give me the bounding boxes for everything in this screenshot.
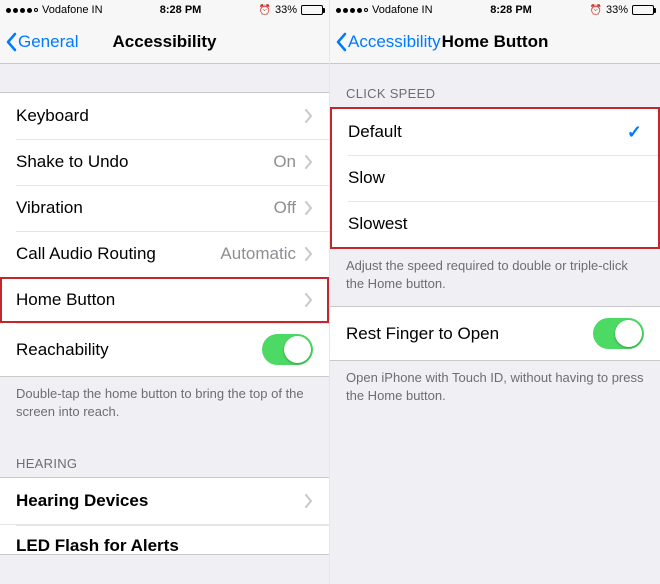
row-label: Hearing Devices: [16, 491, 148, 511]
signal-icon: [336, 8, 368, 13]
click-speed-header: CLICK SPEED: [330, 64, 660, 107]
option-slow[interactable]: Slow: [332, 155, 658, 201]
alarm-icon: ⏰: [259, 5, 271, 16]
alarm-icon: ⏰: [590, 5, 602, 16]
option-default[interactable]: Default ✓: [332, 109, 658, 155]
row-value: Off: [274, 198, 296, 218]
option-slowest[interactable]: Slowest: [332, 201, 658, 247]
battery-pct: 33%: [275, 4, 297, 16]
status-bar: Vodafone IN 8:28 PM ⏰ 33%: [330, 0, 660, 20]
chevron-right-icon: [304, 109, 313, 123]
row-value: Automatic: [220, 244, 296, 264]
rest-finger-toggle[interactable]: [593, 318, 644, 349]
row-label: Reachability: [16, 340, 109, 360]
option-label: Slowest: [348, 214, 408, 234]
row-hearing-devices[interactable]: Hearing Devices: [0, 478, 329, 524]
back-button[interactable]: General: [0, 32, 78, 52]
screen-accessibility: Vodafone IN 8:28 PM ⏰ 33% General Access…: [0, 0, 330, 584]
chevron-right-icon: [304, 293, 313, 307]
back-label: Accessibility: [348, 32, 441, 52]
row-label: Rest Finger to Open: [346, 324, 499, 344]
back-button[interactable]: Accessibility: [330, 32, 441, 52]
carrier-label: Vodafone IN: [372, 4, 433, 16]
row-label: Home Button: [16, 290, 115, 310]
row-label: Call Audio Routing: [16, 244, 156, 264]
hearing-header: HEARING: [0, 434, 329, 477]
row-label: Keyboard: [16, 106, 89, 126]
chevron-right-icon: [304, 247, 313, 261]
chevron-left-icon: [4, 32, 18, 52]
row-reachability[interactable]: Reachability: [0, 323, 329, 376]
back-label: General: [18, 32, 78, 52]
chevron-right-icon: [304, 494, 313, 508]
nav-bar: General Accessibility: [0, 20, 329, 64]
status-bar: Vodafone IN 8:28 PM ⏰ 33%: [0, 0, 329, 20]
reachability-note: Double-tap the home button to bring the …: [0, 377, 329, 434]
option-label: Slow: [348, 168, 385, 188]
click-speed-group: Default ✓ Slow Slowest: [330, 107, 660, 249]
click-speed-note: Adjust the speed required to double or t…: [330, 249, 660, 306]
battery-icon: [632, 5, 654, 15]
row-label: Shake to Undo: [16, 152, 128, 172]
row-value: On: [273, 152, 296, 172]
option-label: Default: [348, 122, 402, 142]
chevron-left-icon: [334, 32, 348, 52]
row-home-button[interactable]: Home Button: [0, 277, 329, 323]
status-time: 8:28 PM: [490, 4, 532, 16]
reachability-toggle[interactable]: [262, 334, 313, 365]
row-label: Vibration: [16, 198, 83, 218]
battery-pct: 33%: [606, 4, 628, 16]
row-vibration[interactable]: Vibration Off: [0, 185, 329, 231]
row-call-audio-routing[interactable]: Call Audio Routing Automatic: [0, 231, 329, 277]
rest-finger-note: Open iPhone with Touch ID, without havin…: [330, 361, 660, 418]
carrier-label: Vodafone IN: [42, 4, 103, 16]
nav-bar: Accessibility Home Button: [330, 20, 660, 64]
row-keyboard[interactable]: Keyboard: [0, 93, 329, 139]
check-icon: ✓: [627, 122, 642, 143]
battery-icon: [301, 5, 323, 15]
row-label: LED Flash for Alerts: [16, 536, 179, 554]
row-rest-finger[interactable]: Rest Finger to Open: [330, 307, 660, 360]
status-time: 8:28 PM: [160, 4, 202, 16]
chevron-right-icon: [304, 155, 313, 169]
signal-icon: [6, 8, 38, 13]
row-led-flash-partial[interactable]: LED Flash for Alerts: [0, 524, 329, 554]
chevron-right-icon: [304, 201, 313, 215]
screen-home-button: Vodafone IN 8:28 PM ⏰ 33% Accessibility …: [330, 0, 660, 584]
row-shake-to-undo[interactable]: Shake to Undo On: [0, 139, 329, 185]
